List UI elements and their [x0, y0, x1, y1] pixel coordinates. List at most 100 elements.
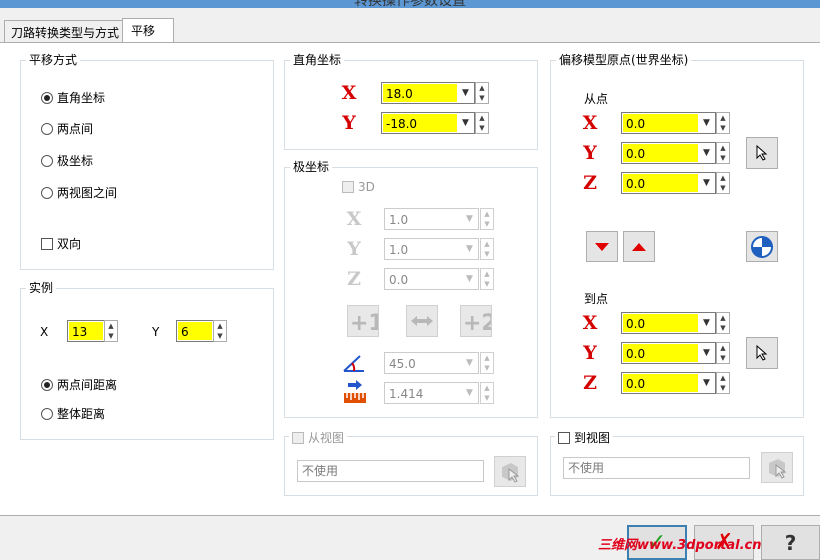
- polar-z-combo[interactable]: 0.0 ▼: [384, 268, 479, 290]
- rect-y-combo[interactable]: -18.0 ▼: [381, 112, 475, 134]
- from-y-combo[interactable]: 0.0 ▼: [621, 142, 716, 164]
- pick-from-point-button[interactable]: [746, 137, 778, 169]
- tab-translate[interactable]: 平移: [122, 18, 174, 43]
- radio-dot: [41, 407, 53, 420]
- chevron-down-icon[interactable]: ▼: [462, 210, 477, 228]
- radio-point-distance[interactable]: 两点间距离: [41, 376, 117, 393]
- radio-polar[interactable]: 极坐标: [41, 152, 93, 169]
- double-arrow-icon: [411, 316, 433, 326]
- instance-y-label: Y: [152, 325, 160, 339]
- help-icon: ?: [784, 530, 797, 555]
- chevron-down-icon[interactable]: ▼: [699, 174, 714, 192]
- instance-x-spinner[interactable]: ▲ ▼: [104, 320, 118, 342]
- from-x-spinner[interactable]: ▲ ▼: [716, 112, 730, 134]
- move-down-button[interactable]: [586, 231, 618, 262]
- to-z-combo[interactable]: 0.0 ▼: [621, 372, 716, 394]
- chevron-down-icon[interactable]: ▼: [699, 344, 714, 362]
- to-y-combo[interactable]: 0.0 ▼: [621, 342, 716, 364]
- from-z-spinner[interactable]: ▲ ▼: [716, 172, 730, 194]
- to-view-field[interactable]: 不使用: [563, 457, 750, 479]
- chevron-down-icon[interactable]: ▼: [699, 314, 714, 332]
- instance-y-input[interactable]: 6: [176, 320, 214, 342]
- polar-angle-spinner[interactable]: ▲ ▼: [480, 352, 494, 374]
- radio-dot: [41, 154, 53, 167]
- watermark-text: 三维网www.3dportal.cn: [598, 538, 762, 553]
- y-axis-icon: Y: [583, 142, 597, 164]
- polar-y-spinner[interactable]: ▲ ▼: [480, 238, 494, 260]
- svg-text:+2: +2: [463, 311, 491, 334]
- arrow-up-icon: [632, 242, 646, 251]
- to-x-spinner[interactable]: ▲ ▼: [716, 312, 730, 334]
- checkbox-box: [292, 431, 304, 444]
- to-view-checkbox[interactable]: 到视图: [555, 429, 614, 446]
- distance-ruler-icon: [342, 379, 368, 405]
- from-y-spinner[interactable]: ▲ ▼: [716, 142, 730, 164]
- to-z-spinner[interactable]: ▲ ▼: [716, 372, 730, 394]
- polar-distance-spinner[interactable]: ▲ ▼: [480, 382, 494, 404]
- chevron-down-icon[interactable]: ▼: [462, 270, 477, 288]
- z-axis-icon: Z: [583, 372, 597, 394]
- chevron-down-icon[interactable]: ▼: [458, 84, 473, 102]
- check-3d[interactable]: 3D: [342, 180, 375, 194]
- window-title: 转换操作参数设置: [354, 0, 466, 8]
- chevron-down-icon[interactable]: ▼: [699, 144, 714, 162]
- origin-button[interactable]: [746, 231, 778, 262]
- polar-title: 极坐标: [290, 160, 333, 174]
- chevron-down-icon[interactable]: ▼: [699, 374, 714, 392]
- view-select-icon: [769, 458, 787, 479]
- plus-one-button[interactable]: +1: [347, 305, 379, 337]
- chevron-down-icon[interactable]: ▼: [699, 114, 714, 132]
- pick-to-point-button[interactable]: [746, 337, 778, 369]
- title-bar: 转换操作参数设置: [0, 0, 820, 8]
- instance-x-input[interactable]: 13: [67, 320, 105, 342]
- view-select-icon: [502, 462, 520, 483]
- from-x-combo[interactable]: 0.0 ▼: [621, 112, 716, 134]
- x-axis-icon: X: [582, 312, 598, 334]
- polar-z-spinner[interactable]: ▲ ▼: [480, 268, 494, 290]
- from-view-select-button[interactable]: [494, 456, 526, 487]
- radio-dot: [41, 378, 53, 391]
- rect-y-spinner[interactable]: ▲ ▼: [475, 112, 489, 134]
- tab-conversion-type[interactable]: 刀路转换类型与方式: [4, 20, 124, 42]
- instance-y-spinner[interactable]: ▲ ▼: [213, 320, 227, 342]
- origin-icon: [751, 235, 773, 258]
- chevron-down-icon[interactable]: ▼: [462, 384, 477, 402]
- svg-text:+1: +1: [350, 311, 378, 334]
- y-axis-icon: Y: [342, 112, 356, 134]
- plus-two-button[interactable]: +2: [460, 305, 492, 337]
- polar-group: [284, 167, 538, 418]
- radio-two-points[interactable]: 两点间: [41, 120, 93, 137]
- bidirectional-checkbox[interactable]: 双向: [41, 235, 81, 252]
- rect-x-combo[interactable]: 18.0 ▼: [381, 82, 475, 104]
- plus-two-icon: +2: [463, 311, 491, 334]
- polar-y-combo[interactable]: 1.0 ▼: [384, 238, 479, 260]
- to-x-combo[interactable]: 0.0 ▼: [621, 312, 716, 334]
- chevron-down-icon[interactable]: ▼: [462, 240, 477, 258]
- from-view-field[interactable]: 不使用: [297, 460, 484, 482]
- instance-x-label: X: [40, 325, 49, 339]
- rect-x-spinner[interactable]: ▲ ▼: [475, 82, 489, 104]
- polar-x-spinner[interactable]: ▲ ▼: [480, 208, 494, 230]
- radio-between-views[interactable]: 两视图之间: [41, 184, 117, 201]
- swap-button[interactable]: [406, 305, 438, 337]
- polar-angle-combo[interactable]: 45.0 ▼: [384, 352, 479, 374]
- y-axis-icon: Y: [347, 238, 361, 260]
- arrow-down-icon: [595, 242, 609, 251]
- chevron-down-icon[interactable]: ▼: [462, 354, 477, 372]
- x-axis-icon: X: [346, 208, 362, 230]
- to-view-select-button[interactable]: [761, 452, 793, 483]
- rect-coords-group: [284, 60, 538, 150]
- plus-one-icon: +1: [350, 311, 378, 334]
- to-y-spinner[interactable]: ▲ ▼: [716, 342, 730, 364]
- from-view-checkbox[interactable]: 从视图: [289, 429, 348, 446]
- chevron-down-icon[interactable]: ▼: [458, 114, 473, 132]
- move-up-button[interactable]: [623, 231, 655, 262]
- radio-dot: [41, 186, 53, 199]
- radio-total-distance[interactable]: 整体距离: [41, 405, 105, 422]
- instances-title: 实例: [26, 281, 57, 295]
- polar-x-combo[interactable]: 1.0 ▼: [384, 208, 479, 230]
- help-button[interactable]: ?: [761, 525, 820, 560]
- from-z-combo[interactable]: 0.0 ▼: [621, 172, 716, 194]
- radio-rect-coords[interactable]: 直角坐标: [41, 89, 105, 106]
- polar-distance-combo[interactable]: 1.414 ▼: [384, 382, 479, 404]
